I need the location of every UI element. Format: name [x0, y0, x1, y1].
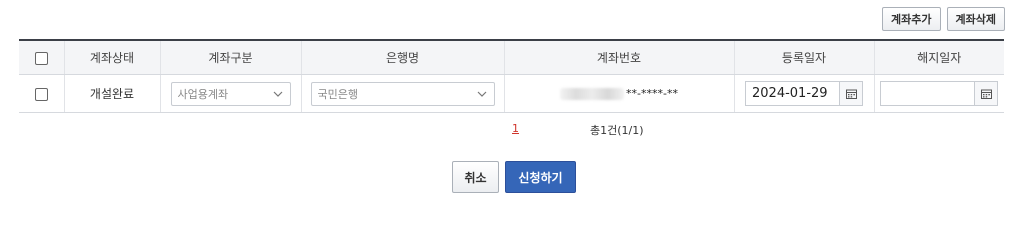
column-header-terminated-date: 해지일자 [873, 39, 1004, 75]
account-type-select[interactable]: 사업용계좌 [170, 81, 291, 106]
top-toolbar: 계좌추가 계좌삭제 [882, 7, 1005, 31]
masked-blur [560, 87, 625, 100]
delete-account-button[interactable]: 계좌삭제 [946, 7, 1005, 31]
column-header-account-number: 계좌번호 [503, 39, 734, 75]
form-actions: 취소 신청하기 [452, 161, 576, 193]
bank-name-cell: 국민은행 [300, 74, 504, 113]
row-checkbox[interactable] [34, 87, 48, 101]
registered-date-cell: 2024-01-29 [733, 74, 874, 113]
cancel-button[interactable]: 취소 [452, 161, 499, 193]
column-header-registered-date: 등록일자 [733, 39, 874, 75]
page-summary: 총1건(1/1) [590, 124, 644, 137]
row-select-cell [19, 74, 64, 113]
calendar-icon[interactable] [974, 82, 998, 105]
bank-name-select[interactable]: 국민은행 [310, 81, 495, 106]
chevron-down-icon [272, 88, 284, 100]
account-type-value: 사업용계좌 [177, 87, 229, 101]
pagination: 1 총1건(1/1) [0, 122, 1024, 138]
column-header-account-type: 계좌구분 [159, 39, 301, 75]
account-number: **-****-** [506, 87, 733, 100]
page-link-1[interactable]: 1 [512, 122, 519, 135]
calendar-icon[interactable] [839, 82, 862, 105]
terminated-date-cell [873, 74, 1004, 113]
table-header-row: 계좌상태 계좌구분 은행명 계좌번호 등록일자 해지일자 [19, 39, 1004, 75]
bank-name-value: 국민은행 [317, 87, 358, 101]
account-type-cell: 사업용계좌 [159, 74, 301, 113]
column-header-status: 계좌상태 [63, 39, 160, 75]
account-number-text: **-****-** [626, 87, 678, 100]
submit-button[interactable]: 신청하기 [505, 161, 576, 193]
registered-date-value: 2024-01-29 [752, 86, 828, 101]
account-table: 계좌상태 계좌구분 은행명 계좌번호 등록일자 해지일자 개설완료 사업용계좌 [19, 39, 1004, 113]
chevron-down-icon [476, 88, 488, 100]
account-number-cell: **-****-** [503, 74, 734, 113]
select-all-checkbox[interactable] [34, 51, 48, 65]
add-account-button[interactable]: 계좌추가 [882, 7, 941, 31]
status-cell: 개설완료 [63, 74, 160, 113]
table-row: 개설완료 사업용계좌 국민은행 **-****-** 2024-01-29 [19, 74, 1004, 113]
column-header-bank-name: 은행명 [300, 39, 504, 75]
terminated-date-field[interactable] [880, 81, 999, 106]
select-all-cell [19, 39, 64, 75]
registered-date-field[interactable]: 2024-01-29 [745, 81, 863, 106]
